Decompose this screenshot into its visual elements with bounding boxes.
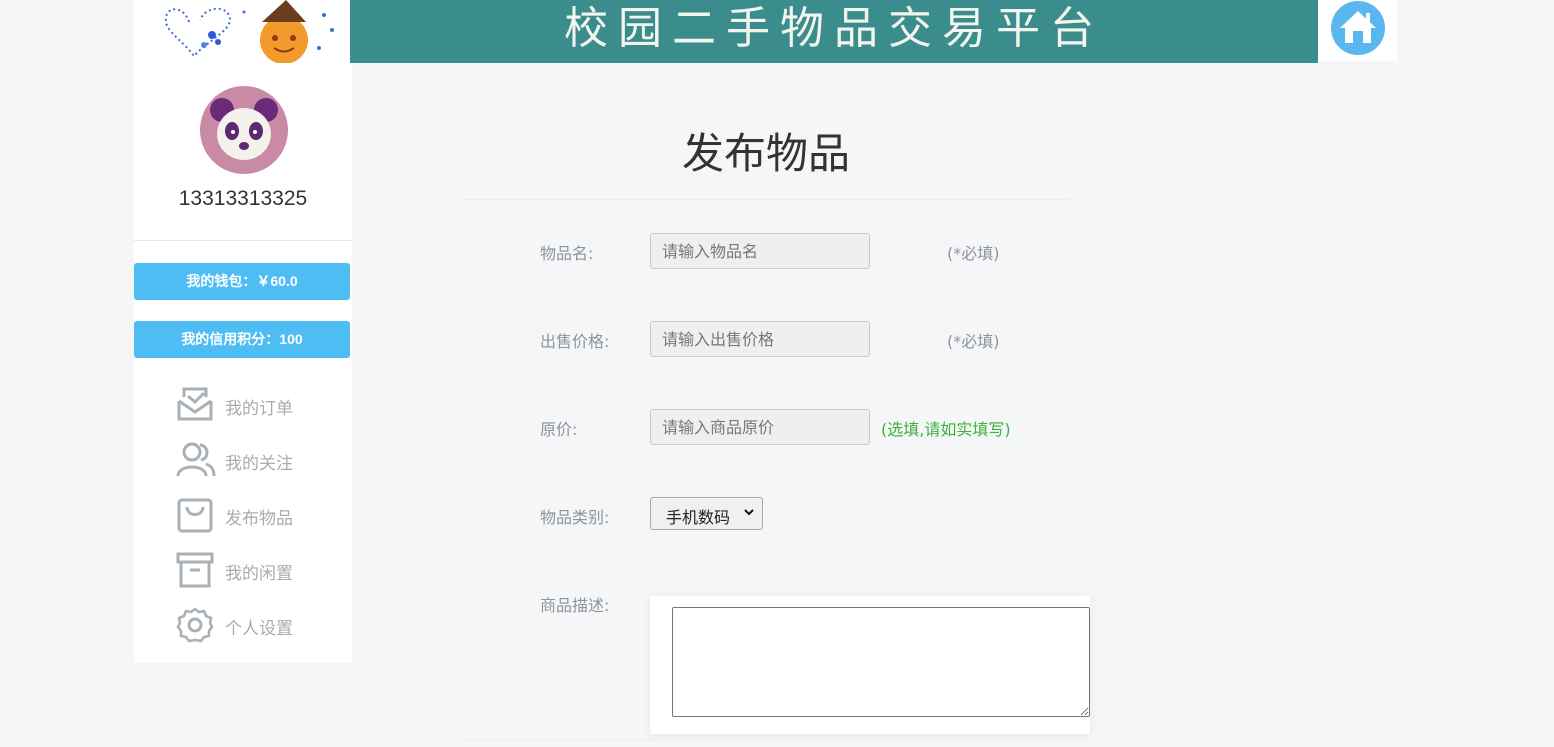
home-icon — [1331, 1, 1385, 55]
sidebar-item-publish[interactable]: 发布物品 — [176, 495, 336, 535]
credit-score-button[interactable]: 我的信用积分：100 — [134, 321, 350, 358]
original-price-input[interactable] — [650, 409, 870, 445]
title-divider — [463, 199, 1069, 200]
item-name-input[interactable] — [650, 233, 870, 269]
form-bottom-divider — [463, 739, 1069, 740]
original-price-label: 原价: — [540, 420, 578, 439]
description-container — [650, 596, 1090, 734]
avatar[interactable] — [200, 86, 288, 174]
sale-price-required-hint: (*必填) — [947, 332, 1000, 351]
category-select[interactable]: 手机数码 — [650, 497, 763, 530]
heart-pumpkin-logo-icon — [164, 0, 334, 63]
username: 13313313325 — [178, 187, 308, 210]
sidebar-item-orders[interactable]: 我的订单 — [176, 385, 336, 425]
wallet-button[interactable]: 我的钱包：￥60.0 — [134, 263, 350, 300]
sidebar-divider — [134, 240, 352, 241]
category-selected-value: 手机数码 — [666, 508, 731, 527]
shopping-bag-icon — [177, 498, 213, 533]
envelope-icon — [177, 387, 213, 421]
chevron-down-icon — [744, 509, 754, 516]
item-name-required-hint: (*必填) — [947, 244, 1000, 263]
panda-avatar-icon — [210, 98, 278, 160]
sale-price-input[interactable] — [650, 321, 870, 357]
sidebar-item-label: 个人设置 — [225, 619, 293, 639]
sidebar: 13313313325 我的钱包：￥60.0 我的信用积分：100 我的订单 我… — [134, 63, 352, 663]
sidebar-item-settings[interactable]: 个人设置 — [176, 605, 336, 645]
original-price-optional-hint: (选填,请如实填写) — [881, 420, 1011, 439]
sidebar-item-label: 我的订单 — [225, 399, 293, 419]
sidebar-item-idle[interactable]: 我的闲置 — [176, 550, 336, 590]
description-textarea[interactable] — [672, 607, 1090, 717]
users-icon — [176, 442, 216, 477]
header-banner: 校园二手物品交易平台 — [350, 0, 1318, 63]
archive-box-icon — [176, 552, 214, 588]
sidebar-item-label: 我的关注 — [225, 454, 293, 474]
site-title: 校园二手物品交易平台 — [564, 3, 1104, 54]
category-label: 物品类别: — [540, 508, 610, 527]
page-title: 发布物品 — [681, 129, 850, 178]
sidebar-item-label: 发布物品 — [225, 509, 293, 529]
sale-price-label: 出售价格: — [540, 332, 610, 351]
item-name-label: 物品名: — [540, 244, 594, 263]
description-label: 商品描述: — [540, 596, 610, 615]
sidebar-item-following[interactable]: 我的关注 — [176, 440, 336, 480]
gear-icon — [176, 607, 214, 643]
home-button[interactable] — [1318, 0, 1397, 61]
site-logo — [134, 0, 350, 63]
sidebar-item-label: 我的闲置 — [225, 564, 293, 584]
